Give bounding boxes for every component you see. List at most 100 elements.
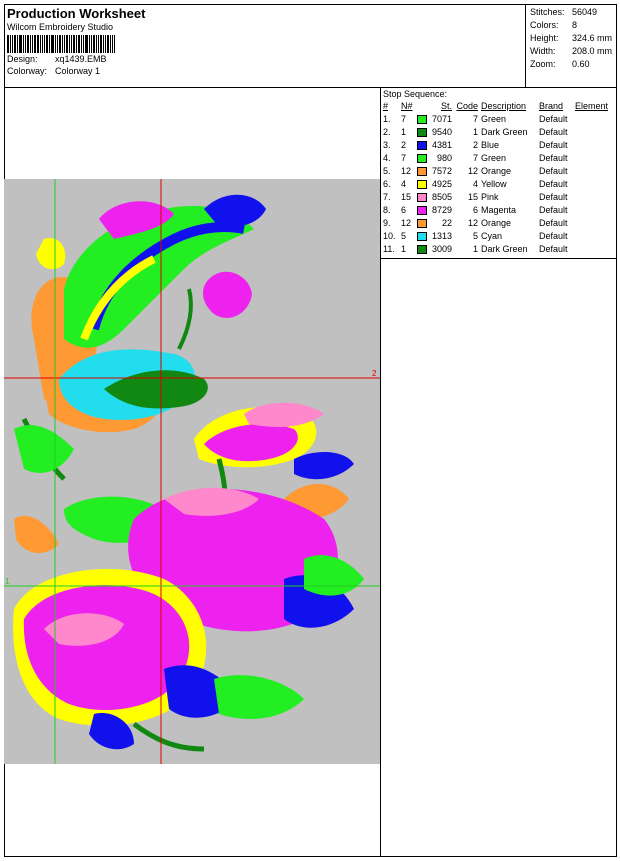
stop-stitches: 9540 bbox=[431, 127, 452, 137]
stop-brand: Default bbox=[539, 192, 568, 202]
stop-sequence-panel: Stop Sequence: # N# St. Code Description… bbox=[380, 88, 617, 259]
worksheet-header: Production Worksheet Wilcom Embroidery S… bbox=[4, 4, 617, 88]
stop-element bbox=[575, 217, 608, 230]
stop-needle: 15 bbox=[401, 192, 412, 202]
stop-element bbox=[575, 152, 608, 165]
stop-index: 4. bbox=[383, 153, 391, 163]
peony-motif bbox=[13, 487, 364, 752]
stop-row: 7. 15 8505 15 Pink Default bbox=[383, 191, 608, 204]
colors-value: 8 bbox=[572, 20, 578, 30]
colors-label: Colors: bbox=[530, 20, 559, 30]
stop-index: 8. bbox=[383, 205, 391, 215]
stop-element bbox=[575, 165, 608, 178]
colorway-row: Colorway: Colorway 1 bbox=[7, 65, 522, 77]
width-label: Width: bbox=[530, 46, 556, 56]
stop-row: 10. 5 1313 5 Cyan Default bbox=[383, 230, 608, 243]
color-swatch-box bbox=[417, 219, 427, 229]
stop-element bbox=[575, 191, 608, 204]
stop-brand: Default bbox=[539, 231, 568, 241]
color-swatch bbox=[417, 243, 431, 256]
stop-needle: 4 bbox=[401, 179, 407, 189]
stop-index: 6. bbox=[383, 179, 391, 189]
stop-code: 7 bbox=[472, 153, 478, 163]
stop-element bbox=[575, 178, 608, 191]
col-stitches: St. bbox=[440, 101, 452, 111]
stop-brand: Default bbox=[539, 218, 568, 228]
zoom-label: Zoom: bbox=[530, 59, 556, 69]
stop-stitches: 4381 bbox=[431, 140, 452, 150]
stop-brand: Default bbox=[539, 140, 568, 150]
stop-needle: 1 bbox=[401, 127, 407, 137]
colorway-value: Colorway 1 bbox=[55, 66, 101, 76]
stop-code: 12 bbox=[467, 166, 478, 176]
stop-description: Pink bbox=[481, 192, 499, 202]
stop-index: 9. bbox=[383, 218, 391, 228]
stop-index: 10. bbox=[383, 231, 396, 241]
stop-needle: 1 bbox=[401, 244, 407, 254]
stop-code: 1 bbox=[472, 127, 478, 137]
height-row: Height: 324.6 mm bbox=[530, 32, 614, 45]
barcode-image bbox=[7, 35, 522, 53]
stop-description: Orange bbox=[481, 166, 512, 176]
stop-index: 1. bbox=[383, 114, 391, 124]
color-swatch-box bbox=[417, 141, 427, 151]
col-n: N# bbox=[401, 101, 413, 111]
stop-description: Green bbox=[481, 153, 507, 163]
stop-code: 12 bbox=[467, 218, 478, 228]
color-swatch bbox=[417, 217, 431, 230]
stats-panel: Stitches: 56049 Colors: 8 Height: 324.6 mm … bbox=[527, 4, 617, 73]
color-swatch bbox=[417, 165, 431, 178]
width-value: 208.0 mm bbox=[572, 46, 613, 56]
stop-code: 2 bbox=[472, 140, 478, 150]
stop-row: 5. 12 7572 12 Orange Default bbox=[383, 165, 608, 178]
stop-description: Green bbox=[481, 114, 507, 124]
stop-code: 4 bbox=[472, 179, 478, 189]
stop-sequence-title: Stop Sequence: bbox=[383, 89, 448, 99]
stop-brand: Default bbox=[539, 179, 568, 189]
stop-needle: 2 bbox=[401, 140, 407, 150]
col-brand: Brand bbox=[539, 101, 564, 111]
stop-stitches: 3009 bbox=[431, 244, 452, 254]
embroidery-design: 2 1 bbox=[4, 179, 380, 764]
stop-stitches: 22 bbox=[441, 218, 452, 228]
stop-code: 1 bbox=[472, 244, 478, 254]
stop-brand: Default bbox=[539, 127, 568, 137]
zoom-row: Zoom: 0.60 bbox=[530, 58, 614, 71]
stop-row: 2. 1 9540 1 Dark Green Default bbox=[383, 126, 608, 139]
stop-row: 3. 2 4381 2 Blue Default bbox=[383, 139, 608, 152]
color-swatch-box bbox=[417, 167, 427, 177]
stitches-label: Stitches: bbox=[530, 7, 565, 17]
stop-row: 1. 7 7071 7 Green Default bbox=[383, 113, 608, 126]
stop-sequence-table: # N# St. Code Description Brand Element … bbox=[383, 100, 608, 256]
stop-index: 11. bbox=[383, 244, 395, 254]
column-divider bbox=[380, 258, 381, 857]
colors-row: Colors: 8 bbox=[530, 19, 614, 32]
stop-index: 3. bbox=[383, 140, 391, 150]
stop-needle: 5 bbox=[401, 231, 407, 241]
height-label: Height: bbox=[530, 33, 559, 43]
color-swatch-box bbox=[417, 115, 427, 125]
stop-needle: 7 bbox=[401, 114, 407, 124]
stop-description: Dark Green bbox=[481, 127, 528, 137]
stop-description: Yellow bbox=[481, 179, 507, 189]
stop-code: 7 bbox=[472, 114, 478, 124]
stop-element bbox=[575, 113, 608, 126]
stop-description: Magenta bbox=[481, 205, 517, 215]
color-swatch bbox=[417, 139, 431, 152]
marker-right: 2 bbox=[372, 369, 377, 378]
stop-needle: 6 bbox=[401, 205, 407, 215]
colorway-label: Colorway: bbox=[7, 66, 48, 76]
col-code: Code bbox=[456, 101, 478, 111]
stop-stitches: 1313 bbox=[431, 231, 452, 241]
width-row: Width: 208.0 mm bbox=[530, 45, 614, 58]
color-swatch-box bbox=[417, 206, 427, 216]
stop-brand: Default bbox=[539, 153, 568, 163]
stop-description: Orange bbox=[481, 218, 512, 228]
col-index: # bbox=[383, 101, 389, 111]
stop-row: 6. 4 4925 4 Yellow Default bbox=[383, 178, 608, 191]
col-swatch bbox=[417, 100, 431, 113]
col-element: Element bbox=[575, 101, 609, 111]
design-preview: 2 1 bbox=[4, 179, 380, 764]
stop-description: Blue bbox=[481, 140, 500, 150]
stop-index: 7. bbox=[383, 192, 391, 202]
